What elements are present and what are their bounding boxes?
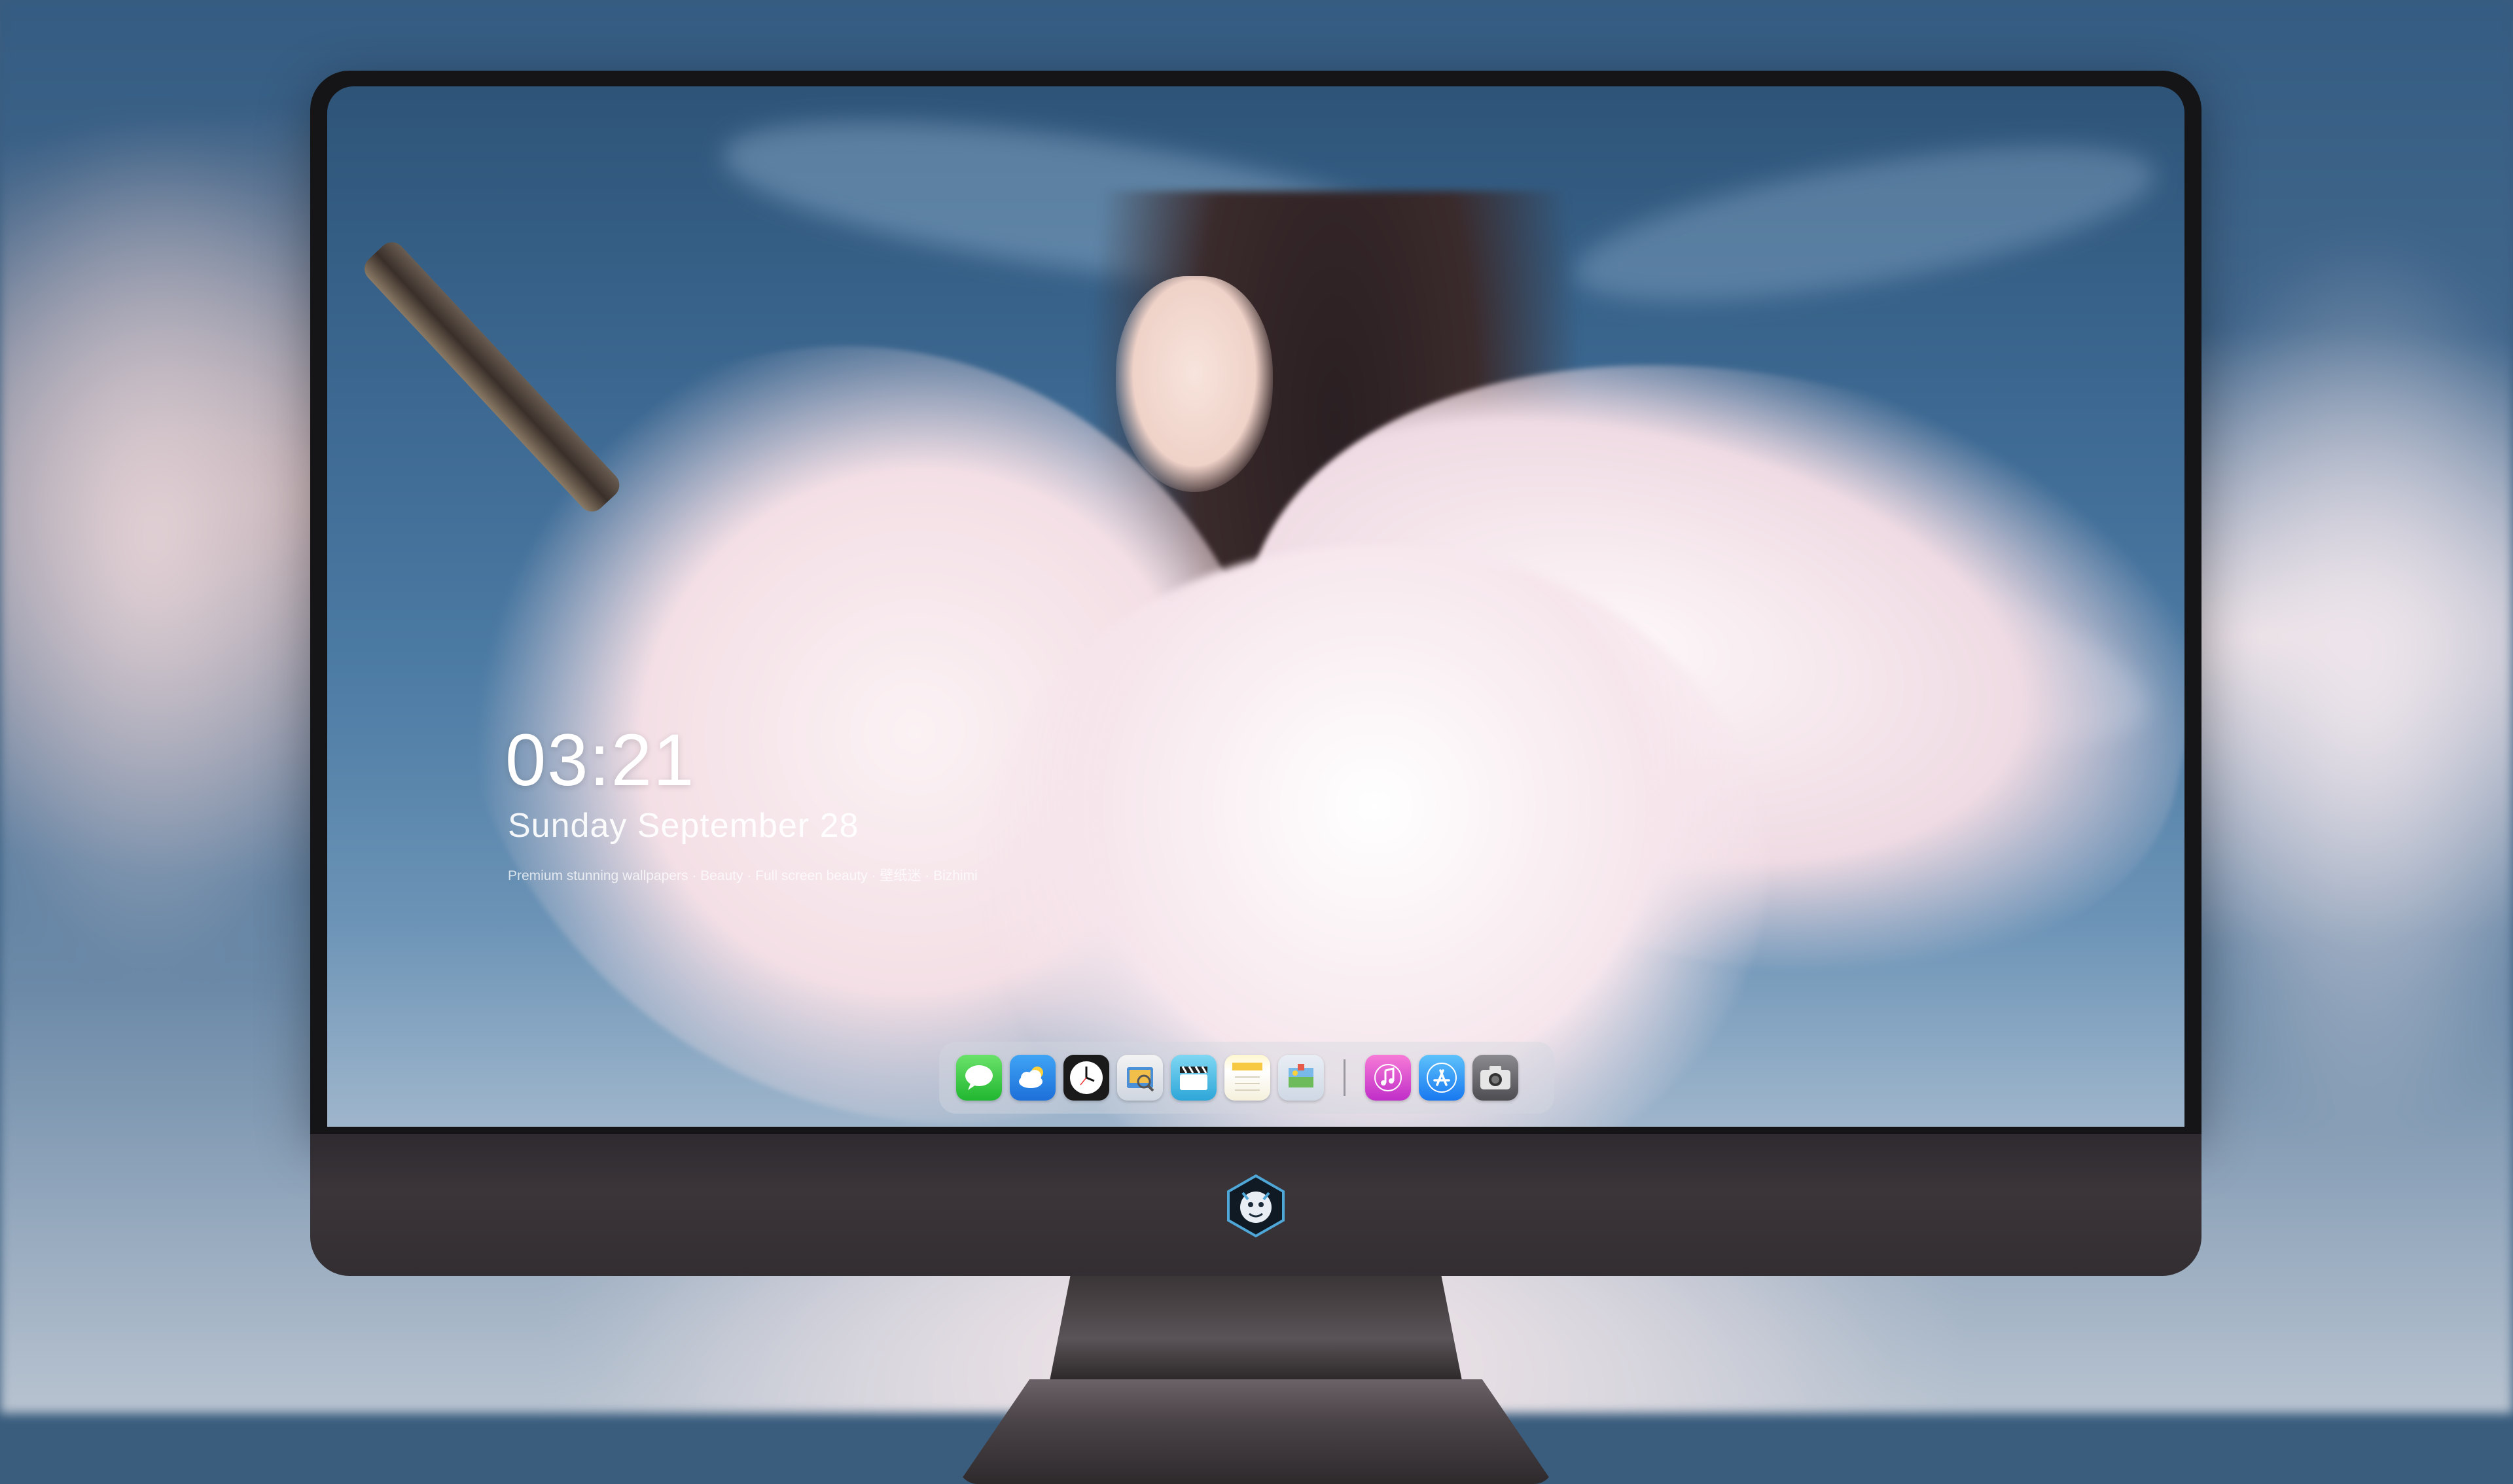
photos-icon[interactable] [1278,1055,1324,1101]
music-note-icon[interactable] [1365,1055,1411,1101]
preview-icon[interactable] [1117,1055,1163,1101]
app-store-icon[interactable] [1419,1055,1465,1101]
dock-separator [1344,1059,1346,1096]
monitor-stand-neck [1050,1276,1462,1381]
wallpaper-sword [359,237,625,518]
notes-icon[interactable] [1224,1055,1270,1101]
dock [939,1042,1554,1114]
lock-screen-date: Sunday September 28 [508,807,859,845]
clapperboard-icon[interactable] [1171,1055,1217,1101]
lock-screen[interactable]: 03:21 Sunday September 28 Premium stunni… [327,86,2184,1127]
camera-icon[interactable] [1472,1055,1518,1101]
monitor-bezel: 03:21 Sunday September 28 Premium stunni… [310,71,2201,1134]
wallpaper-caption: Premium stunning wallpapers · Beauty · F… [508,868,978,883]
cloud-sun-icon[interactable] [1010,1055,1056,1101]
wallpaper-face [1116,276,1273,492]
message-bubble-icon[interactable] [956,1055,1002,1101]
lock-screen-time: 03:21 [505,719,696,801]
imac-monitor: 03:21 Sunday September 28 Premium stunni… [310,71,2201,1484]
monitor-stand-base [958,1379,1554,1484]
dragon-logo-icon [1223,1173,1289,1239]
clock-icon[interactable] [1063,1055,1109,1101]
